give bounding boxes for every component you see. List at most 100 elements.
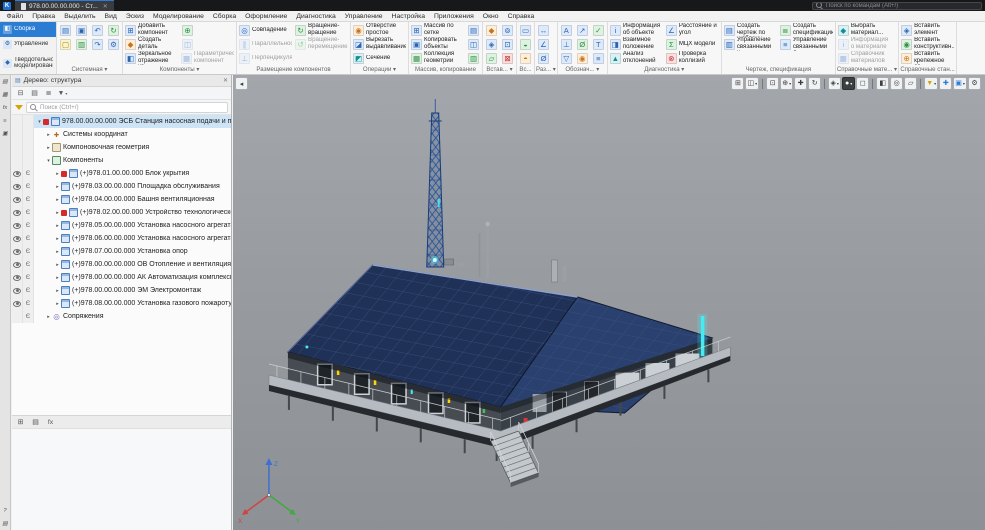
- tree-tab-list-icon[interactable]: ▤: [30, 417, 41, 428]
- insert-assembly-button[interactable]: ◈: [484, 37, 499, 51]
- insert-fastener-button[interactable]: ⊕Вставить крепежное со...: [900, 51, 955, 65]
- collapse-all-icon[interactable]: ⊟: [15, 88, 26, 99]
- tree-panel-close-icon[interactable]: ✕: [223, 77, 228, 84]
- relative-position-button[interactable]: ◨Взаимное положение: [609, 37, 664, 51]
- tree-structure-mode-icon[interactable]: ▤: [29, 88, 40, 99]
- insert-structural-button[interactable]: ◉Вставить конструктивн...: [900, 37, 955, 51]
- tree-row-mates[interactable]: Є▸Сопряжения: [12, 310, 231, 323]
- visibility-eye-cell[interactable]: [12, 219, 23, 232]
- menu-file[interactable]: Файл: [2, 11, 28, 22]
- hidden-lines-icon[interactable]: ◻: [856, 77, 869, 90]
- select-material-button[interactable]: ◆Выбрать материал...: [837, 23, 892, 37]
- ribbon-tab-solid-modeling[interactable]: ◆Твердотельное моделирование: [0, 52, 56, 74]
- perpendicular-button[interactable]: ⊥Перпендикулярность: [238, 51, 293, 65]
- menu-view[interactable]: Вид: [100, 11, 121, 22]
- snap-settings-icon[interactable]: ✚: [939, 77, 952, 90]
- diameter-mark-button[interactable]: Ø: [575, 37, 590, 51]
- tree-row-components[interactable]: ▾Компоненты: [12, 154, 231, 167]
- leader-button[interactable]: ↗: [575, 23, 590, 37]
- visibility-eye-cell[interactable]: [12, 310, 23, 323]
- pattern-by-points-button[interactable]: ▥: [466, 51, 481, 65]
- visibility-eye-cell[interactable]: [12, 154, 23, 167]
- tree-row-layout-geometry[interactable]: ▸Компоновочная геометрия: [12, 141, 231, 154]
- mirror-pattern-button[interactable]: ◫: [466, 37, 481, 51]
- check-mark-button[interactable]: ✓: [591, 23, 606, 37]
- execution-cell[interactable]: [23, 154, 34, 167]
- tree-row-978-08[interactable]: Є▸(+)978.08.00.00.000 Установка газового…: [12, 297, 231, 310]
- manage-documents-button[interactable]: ≡Управление связанными д...: [779, 37, 834, 51]
- pan-icon[interactable]: ✚: [794, 77, 807, 90]
- execution-cell[interactable]: Є: [23, 206, 34, 219]
- expand-arrow-icon[interactable]: ▸: [54, 275, 61, 281]
- expand-arrow-icon[interactable]: ▸: [54, 288, 61, 294]
- mass-properties-button[interactable]: ΣМЦХ модели: [665, 37, 720, 51]
- execution-cell[interactable]: [23, 141, 34, 154]
- add-component-button[interactable]: ⊞Добавить компонент из...: [124, 23, 179, 37]
- grid-toggle-icon[interactable]: ⊞: [731, 77, 744, 90]
- create-spec-button[interactable]: ≣Создать спецификацию: [779, 23, 834, 37]
- angular-dimension-button[interactable]: ∠: [536, 37, 551, 51]
- linear-dimension-button[interactable]: ↔: [536, 23, 551, 37]
- parametric-component-button[interactable]: ▦Параметрический компонент: [180, 51, 235, 65]
- section-view-icon[interactable]: ◧: [876, 77, 889, 90]
- section-button[interactable]: ◩Сечение: [352, 51, 407, 65]
- command-search-input[interactable]: Поиск по командам (Alt+/): [812, 2, 982, 10]
- menu-edit[interactable]: Правка: [28, 11, 60, 22]
- simple-hole-button[interactable]: ◉Отверстие простое: [352, 23, 407, 37]
- pattern-by-curve-button[interactable]: ▤: [466, 23, 481, 37]
- visibility-eye-cell[interactable]: [12, 206, 23, 219]
- rotation-rotation-button[interactable]: ↻Вращение-вращение: [294, 23, 349, 37]
- copy-objects-button[interactable]: ▣Копировать объекты: [410, 37, 465, 51]
- menu-sketch[interactable]: Эскиз: [121, 11, 148, 22]
- rotate-view-icon[interactable]: ↻: [808, 77, 821, 90]
- execution-cell[interactable]: Є: [23, 297, 34, 310]
- app-logo-icon[interactable]: K: [3, 2, 11, 10]
- tree-filter-icon[interactable]: ▼▾: [57, 88, 68, 99]
- fx-panel-tab-icon[interactable]: fx: [1, 103, 10, 112]
- visibility-eye-cell[interactable]: [12, 245, 23, 258]
- tree-row-978-07[interactable]: Є▸(+)978.07.00.00.000 Установка опор: [12, 245, 231, 258]
- hide-objects-icon[interactable]: ◎: [890, 77, 903, 90]
- ribbon-tab-assembly[interactable]: ◧Сборка: [0, 22, 56, 37]
- insert-axis-button[interactable]: ⊚: [500, 23, 515, 37]
- expand-arrow-icon[interactable]: ▸: [54, 301, 61, 307]
- create-part-button[interactable]: ◆Создать деталь: [124, 37, 179, 51]
- visibility-eye-cell[interactable]: [12, 193, 23, 206]
- expand-arrow-icon[interactable]: ▾: [36, 119, 43, 125]
- text-button[interactable]: Т: [591, 37, 606, 51]
- tree-row-978-06[interactable]: Є▸(+)978.06.00.00.000 Установка насосног…: [12, 232, 231, 245]
- new-document-button[interactable]: ▤: [58, 23, 73, 37]
- insert-element-button[interactable]: ◈Вставить элемент: [900, 23, 955, 37]
- display-mode-icon[interactable]: ●▾: [842, 77, 855, 90]
- expand-arrow-icon[interactable]: ▸: [45, 145, 52, 151]
- expand-arrow-icon[interactable]: ▸: [45, 314, 52, 320]
- expand-arrow-icon[interactable]: ▸: [54, 236, 61, 242]
- expand-arrow-icon[interactable]: ▸: [54, 262, 61, 268]
- ribbon-tab-management[interactable]: ⚙Управление: [0, 37, 56, 52]
- layout-geometry-button[interactable]: ◫: [180, 37, 195, 51]
- expand-arrow-icon[interactable]: ▸: [54, 223, 61, 229]
- datum-button[interactable]: ⊥: [559, 37, 574, 51]
- material-info-button[interactable]: iИнформация о материале: [837, 37, 892, 51]
- material-catalog-button[interactable]: ▦Справочник материалов: [837, 51, 892, 65]
- menu-help[interactable]: Справка: [503, 11, 539, 22]
- visibility-eye-cell[interactable]: [12, 180, 23, 193]
- visibility-eye-cell[interactable]: [12, 271, 23, 284]
- clip-area-icon[interactable]: ▱: [904, 77, 917, 90]
- visibility-eye-cell[interactable]: [12, 232, 23, 245]
- execution-cell[interactable]: Є: [23, 167, 34, 180]
- add-from-app-button[interactable]: ⊕: [180, 23, 195, 37]
- centerline-button[interactable]: ≡: [591, 51, 606, 65]
- zoom-icon[interactable]: ⊕▾: [780, 77, 793, 90]
- tree-row-978-05[interactable]: Є▸(+)978.05.00.00.000 Установка насосног…: [12, 219, 231, 232]
- collision-check-button[interactable]: ⊗Проверка коллизий: [665, 51, 720, 65]
- open-document-button[interactable]: ▢: [58, 37, 73, 51]
- document-tab[interactable]: 978.00.00.00.000 - Ст... ✕: [15, 0, 114, 11]
- rebuild-button[interactable]: ↻: [106, 23, 121, 37]
- tree-tab-structure-icon[interactable]: ⊞: [15, 417, 26, 428]
- messages-panel-tab-icon[interactable]: ▤: [1, 519, 10, 528]
- parameters-panel-tab-icon[interactable]: ▦: [1, 90, 10, 99]
- insert-part-button[interactable]: ◆: [484, 23, 499, 37]
- deviation-analysis-button[interactable]: ▲Анализ отклонений: [609, 51, 664, 65]
- tree-row-978-00-ak[interactable]: Є▸(+)978.00.00.00.000 АК Автоматизация к…: [12, 271, 231, 284]
